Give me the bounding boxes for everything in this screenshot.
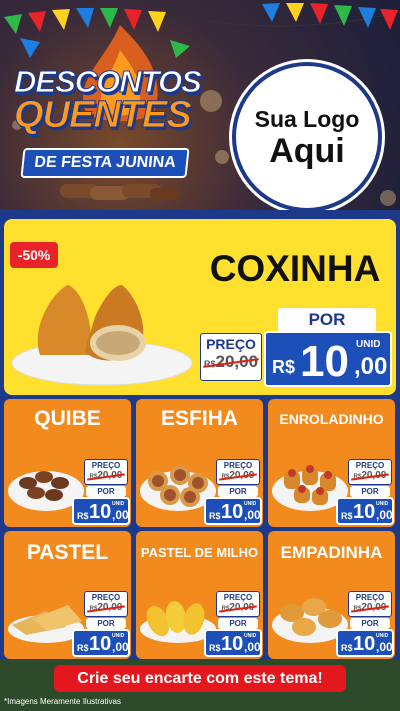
- hero-product-name: COXINHA: [209, 248, 381, 289]
- product-name: PASTEL DE MILHO: [140, 545, 259, 560]
- hero-preco-label: PREÇO: [206, 336, 256, 352]
- new-price-currency: R$: [77, 511, 89, 521]
- unit-label: UNID: [244, 501, 257, 507]
- preco-label: PREÇO: [91, 461, 121, 470]
- hero-new-price-currency: R$: [272, 357, 296, 377]
- old-price-box: PREÇO R$20,00: [348, 459, 392, 485]
- new-price-int: 10: [221, 633, 244, 655]
- hero-old-price: R$20,00: [201, 352, 261, 372]
- new-price-dec: ,00: [244, 640, 261, 654]
- new-price-int: 10: [353, 633, 376, 655]
- por-label: POR: [86, 486, 126, 497]
- bokeh-light: [215, 150, 229, 164]
- old-price: R$20,00: [85, 470, 127, 481]
- hero-por-label: POR: [278, 308, 376, 332]
- new-price-currency: R$: [341, 511, 353, 521]
- new-price-currency: R$: [209, 511, 221, 521]
- old-price-box: PREÇO R$20,00: [348, 591, 392, 617]
- new-price-int: 10: [89, 633, 112, 655]
- new-price-int: 10: [353, 501, 376, 523]
- product-name: ENROLADINHO: [279, 411, 384, 427]
- new-price-int: 10: [89, 501, 112, 523]
- por-label: POR: [350, 486, 390, 497]
- store-logo-placeholder: Sua Logo Aqui: [232, 62, 382, 210]
- new-price-dec: ,00: [244, 508, 261, 522]
- old-price: R$20,00: [349, 602, 391, 613]
- hero-unit-label: UNID: [356, 339, 381, 350]
- preco-label: PREÇO: [223, 461, 253, 470]
- unit-label: UNID: [112, 501, 125, 507]
- old-price-box: PREÇO R$20,00: [84, 591, 128, 617]
- new-price-box: R$ 10 UNID ,00: [72, 497, 130, 525]
- bokeh-light: [380, 190, 396, 206]
- unit-label: UNID: [376, 633, 389, 639]
- preco-label: PREÇO: [355, 593, 385, 602]
- product-name: ESFIHA: [160, 407, 238, 430]
- preco-label: PREÇO: [223, 593, 253, 602]
- por-label: POR: [218, 486, 258, 497]
- new-price-box: R$ 10 UNID ,00: [72, 629, 130, 657]
- new-price-dec: ,00: [112, 640, 129, 654]
- new-price-dec: ,00: [112, 508, 129, 522]
- old-price-box: PREÇO R$20,00: [84, 459, 128, 485]
- por-label: POR: [86, 618, 126, 629]
- por-label: POR: [218, 618, 258, 629]
- unit-label: UNID: [376, 501, 389, 507]
- header-banner: DESCONTOS QUENTES DE FESTA JUNINA Sua Lo…: [0, 0, 400, 210]
- promo-title: DESCONTOS QUENTES: [14, 64, 204, 136]
- title-line-2: QUENTES: [14, 94, 193, 136]
- preco-label: PREÇO: [91, 593, 121, 602]
- festa-junina-label: DE FESTA JUNINA: [20, 148, 190, 178]
- new-price-currency: R$: [341, 643, 353, 653]
- new-price-box: R$ 10 UNID ,00: [336, 497, 394, 525]
- product-name: EMPADINHA: [280, 543, 383, 562]
- new-price-box: R$ 10 UNID ,00: [204, 629, 262, 657]
- new-price-dec: ,00: [376, 508, 393, 522]
- coxinha-image: [11, 285, 193, 386]
- new-price-dec: ,00: [376, 640, 393, 654]
- old-price: R$20,00: [217, 470, 259, 481]
- logo-text-line2: Aqui: [269, 131, 345, 170]
- new-price-box: R$ 10 UNID ,00: [204, 497, 262, 525]
- preco-label: PREÇO: [355, 461, 385, 470]
- hero-new-price-box: R$ 10 UNID ,00: [264, 331, 392, 387]
- hero-new-price-int: 10: [300, 337, 349, 386]
- unit-label: UNID: [244, 633, 257, 639]
- firewood-logs-icon: [60, 184, 180, 200]
- old-price: R$20,00: [349, 470, 391, 481]
- por-label: POR: [350, 618, 390, 629]
- old-price: R$20,00: [85, 602, 127, 613]
- new-price-currency: R$: [209, 643, 221, 653]
- old-price: R$20,00: [217, 602, 259, 613]
- new-price-box: R$ 10 UNID ,00: [336, 629, 394, 657]
- hero-old-price-box: PREÇO R$20,00: [200, 333, 262, 381]
- logo-text-line1: Sua Logo: [254, 105, 360, 132]
- old-price-box: PREÇO R$20,00: [216, 591, 260, 617]
- product-name: QUIBE: [34, 407, 101, 430]
- product-name: PASTEL: [26, 541, 109, 564]
- new-price-int: 10: [221, 501, 244, 523]
- disclaimer-text: *Imagens Meramente Ilustrativas: [4, 697, 121, 706]
- new-price-currency: R$: [77, 643, 89, 653]
- cta-banner[interactable]: Crie seu encarte com este tema!: [54, 665, 346, 692]
- hero-new-price-dec: ,00: [354, 353, 388, 380]
- title-line-1: DESCONTOS: [14, 64, 203, 99]
- unit-label: UNID: [112, 633, 125, 639]
- old-price-box: PREÇO R$20,00: [216, 459, 260, 485]
